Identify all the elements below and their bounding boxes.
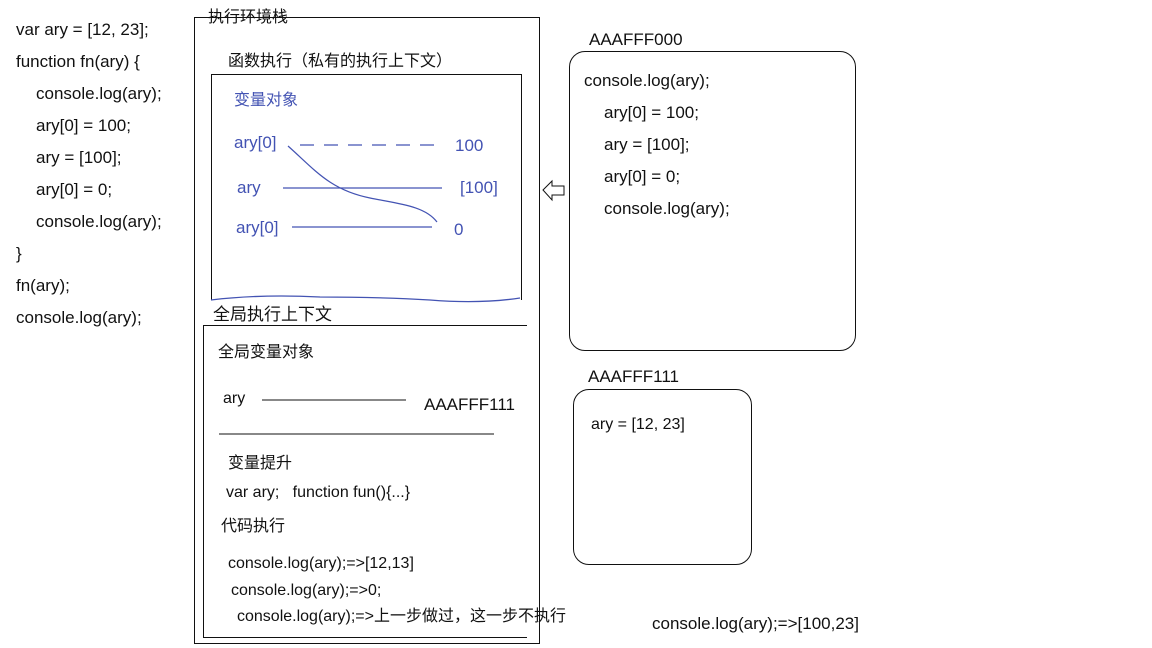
fn-context-wavy-edge [210,295,521,303]
fn-curve-stroke [287,145,438,223]
left-arrow-icon [542,179,565,202]
diagram-strokes [210,144,565,435]
